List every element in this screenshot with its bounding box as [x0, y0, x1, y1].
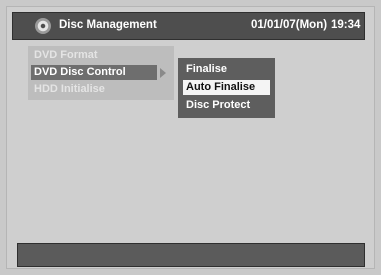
disc-icon: [35, 18, 51, 34]
time-display: 19:34: [331, 19, 361, 31]
date-display: 01/01/07(Mon): [251, 19, 328, 31]
page-title: Disc Management: [59, 19, 157, 31]
submenu-item-finalise[interactable]: Finalise: [183, 62, 270, 77]
chevron-right-icon: [160, 68, 166, 78]
disc-management-menu: DVD Format DVD Disc Control HDD Initiali…: [28, 46, 174, 100]
menu-item-dvd-disc-control[interactable]: DVD Disc Control: [31, 65, 157, 80]
submenu-item-auto-finalise[interactable]: Auto Finalise: [183, 80, 270, 95]
menu-item-dvd-format[interactable]: DVD Format: [31, 48, 157, 63]
status-bar: [17, 243, 365, 267]
submenu-item-disc-protect[interactable]: Disc Protect: [183, 98, 270, 113]
menu-item-hdd-initialise[interactable]: HDD Initialise: [31, 82, 157, 97]
header-bar: Disc Management 01/01/07(Mon) 19:34: [12, 12, 365, 40]
dvd-disc-control-submenu: Finalise Auto Finalise Disc Protect: [178, 58, 275, 118]
